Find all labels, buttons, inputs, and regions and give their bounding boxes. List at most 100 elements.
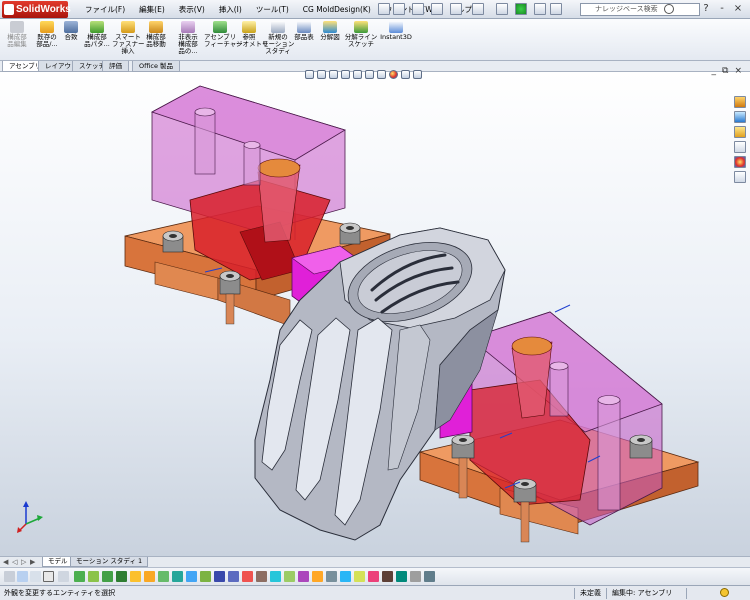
smart-fasteners-button[interactable]: スマート ファスナー 挿入 [112, 21, 145, 55]
tool-icon-27[interactable] [368, 571, 379, 582]
tool-icon-16[interactable] [214, 571, 225, 582]
tool-icon-28[interactable] [382, 571, 393, 582]
tool-icon-11[interactable] [144, 571, 155, 582]
tab-office-products[interactable]: Office 製品 [132, 61, 181, 72]
bill-of-materials-button[interactable]: 部品表 [292, 21, 316, 41]
menu-item-0[interactable]: ファイル(F) [78, 0, 132, 19]
left-bolt-2[interactable] [339, 222, 361, 245]
search-input[interactable]: ナレッジベース検索 [580, 3, 700, 16]
rebuild-status-icon[interactable] [720, 588, 729, 597]
assembly-features-icon [213, 21, 227, 33]
component-pattern-icon [90, 21, 104, 33]
right-bolt-2[interactable] [629, 434, 653, 459]
tool-icon-23[interactable] [312, 571, 323, 582]
exploded-view-button[interactable]: 分解図 [318, 21, 342, 41]
tool-icon-31[interactable] [424, 571, 435, 582]
tool-icon-22[interactable] [298, 571, 309, 582]
tool-icon-21[interactable] [284, 571, 295, 582]
tool-icon-19[interactable] [256, 571, 267, 582]
tool-icon-26[interactable] [354, 571, 365, 582]
print-icon[interactable] [450, 3, 462, 15]
tool-icon-14[interactable] [186, 571, 197, 582]
tool-icon-7[interactable] [88, 571, 99, 582]
minimize-button[interactable]: - [716, 3, 728, 15]
menu-item-4[interactable]: ツール(T) [249, 0, 296, 19]
select-tool-icon[interactable] [43, 571, 54, 582]
tool-icon-1[interactable] [4, 571, 15, 582]
tool-icon-15[interactable] [200, 571, 211, 582]
tool-icon-17[interactable] [228, 571, 239, 582]
exploded-view-icon [323, 21, 337, 33]
ds-logo-icon [4, 4, 14, 15]
tool-icon-6[interactable] [74, 571, 85, 582]
assembly-model[interactable] [0, 72, 750, 556]
instant3d-button[interactable]: Instant3D [380, 21, 412, 41]
first-tab-arrow-icon[interactable]: ◀ [3, 558, 8, 566]
new-document-icon[interactable] [393, 3, 405, 15]
open-icon[interactable] [412, 3, 424, 15]
status-message: 外観を変更するエンティティを選択 [4, 589, 116, 597]
tool-icon-12[interactable] [158, 571, 169, 582]
tool-icon-10[interactable] [130, 571, 141, 582]
tool-icon-25[interactable] [340, 571, 351, 582]
bill-of-materials-icon [297, 21, 311, 33]
edit-component-icon [10, 21, 24, 33]
left-guide-pin [194, 111, 216, 175]
title-bar: SolidWorks ファイル(F) 編集(E) 表示(V) 挿入(I) ツール(T) C… [0, 0, 750, 19]
save-icon[interactable] [431, 3, 443, 15]
select-icon[interactable] [496, 3, 508, 15]
mate-button[interactable]: 合致 [62, 21, 80, 41]
tool-icon-24[interactable] [326, 571, 337, 582]
reference-geometry-button[interactable]: 参照 ジオメトリ [236, 21, 269, 48]
rebuild-icon[interactable] [515, 3, 527, 15]
tool-icon-9[interactable] [116, 571, 127, 582]
insert-components-button[interactable]: 既存の 部品/... [32, 21, 62, 48]
close-button[interactable]: × [732, 3, 744, 15]
definition-state: 未定義 [580, 589, 601, 597]
tool-icon-30[interactable] [410, 571, 421, 582]
menu-item-2[interactable]: 表示(V) [172, 0, 212, 19]
menu-item-5[interactable]: CG MoldDesign(K) [296, 0, 378, 19]
tab-evaluate[interactable]: 評価 [102, 61, 129, 72]
tool-icon-18[interactable] [242, 571, 253, 582]
next-tab-arrow-icon[interactable]: ▷ [21, 558, 26, 566]
menu-item-1[interactable]: 編集(E) [132, 0, 172, 19]
bottom-toolbar [0, 567, 750, 585]
undo-icon[interactable] [472, 3, 484, 15]
help-button[interactable]: ? [700, 3, 712, 15]
tool-icon-13[interactable] [172, 571, 183, 582]
move-component-button[interactable]: 構成部 品移動 [142, 21, 170, 48]
tool-icon-2[interactable] [17, 571, 28, 582]
new-motion-study-icon [271, 21, 285, 33]
tab-motion-study-1[interactable]: モーション スタディ 1 [70, 557, 149, 567]
tool-icon-29[interactable] [396, 571, 407, 582]
solidworks-logo[interactable]: SolidWorks [2, 1, 71, 18]
tab-model[interactable]: モデル [42, 557, 74, 567]
assembly-features-button[interactable]: アセンブリ フィーチャー [204, 21, 243, 48]
options-icon[interactable] [550, 3, 562, 15]
tool-icon-20[interactable] [270, 571, 281, 582]
tool-icon-8[interactable] [102, 571, 113, 582]
file-properties-icon[interactable] [534, 3, 546, 15]
menu-item-3[interactable]: 挿入(I) [212, 0, 249, 19]
pin-icon[interactable] [378, 3, 390, 15]
insert-components-icon [40, 21, 54, 33]
edit-component-button[interactable]: 構成部 品編集 [2, 21, 32, 48]
explode-line-sketch-button[interactable]: 分解ライン スケッチ [344, 21, 378, 48]
show-hidden-components-button[interactable]: 非表示 構成部 品の... [172, 21, 204, 55]
search-icon[interactable] [664, 4, 674, 14]
explode-line-sketch-icon [354, 21, 368, 33]
bottom-tabs: ◀ ◁ ▷ ▶ モデル モーション スタディ 1 [0, 556, 750, 567]
coordinate-triad [17, 501, 43, 533]
left-bolt-1[interactable] [162, 230, 184, 253]
prev-tab-arrow-icon[interactable]: ◁ [12, 558, 17, 566]
editing-status: 編集中: アセンブリ [612, 589, 673, 597]
last-tab-arrow-icon[interactable]: ▶ [30, 558, 35, 566]
tool-icon-5[interactable] [58, 571, 69, 582]
instant3d-icon [389, 21, 403, 33]
menu-bar: ファイル(F) 編集(E) 表示(V) 挿入(I) ツール(T) CG MoldDesig… [78, 0, 491, 19]
component-pattern-button[interactable]: 構成部 品パタ... [82, 21, 112, 48]
move-component-icon [149, 21, 163, 33]
new-motion-study-button[interactable]: 新規の モーション スタディ [262, 21, 294, 55]
tool-icon-3[interactable] [30, 571, 41, 582]
